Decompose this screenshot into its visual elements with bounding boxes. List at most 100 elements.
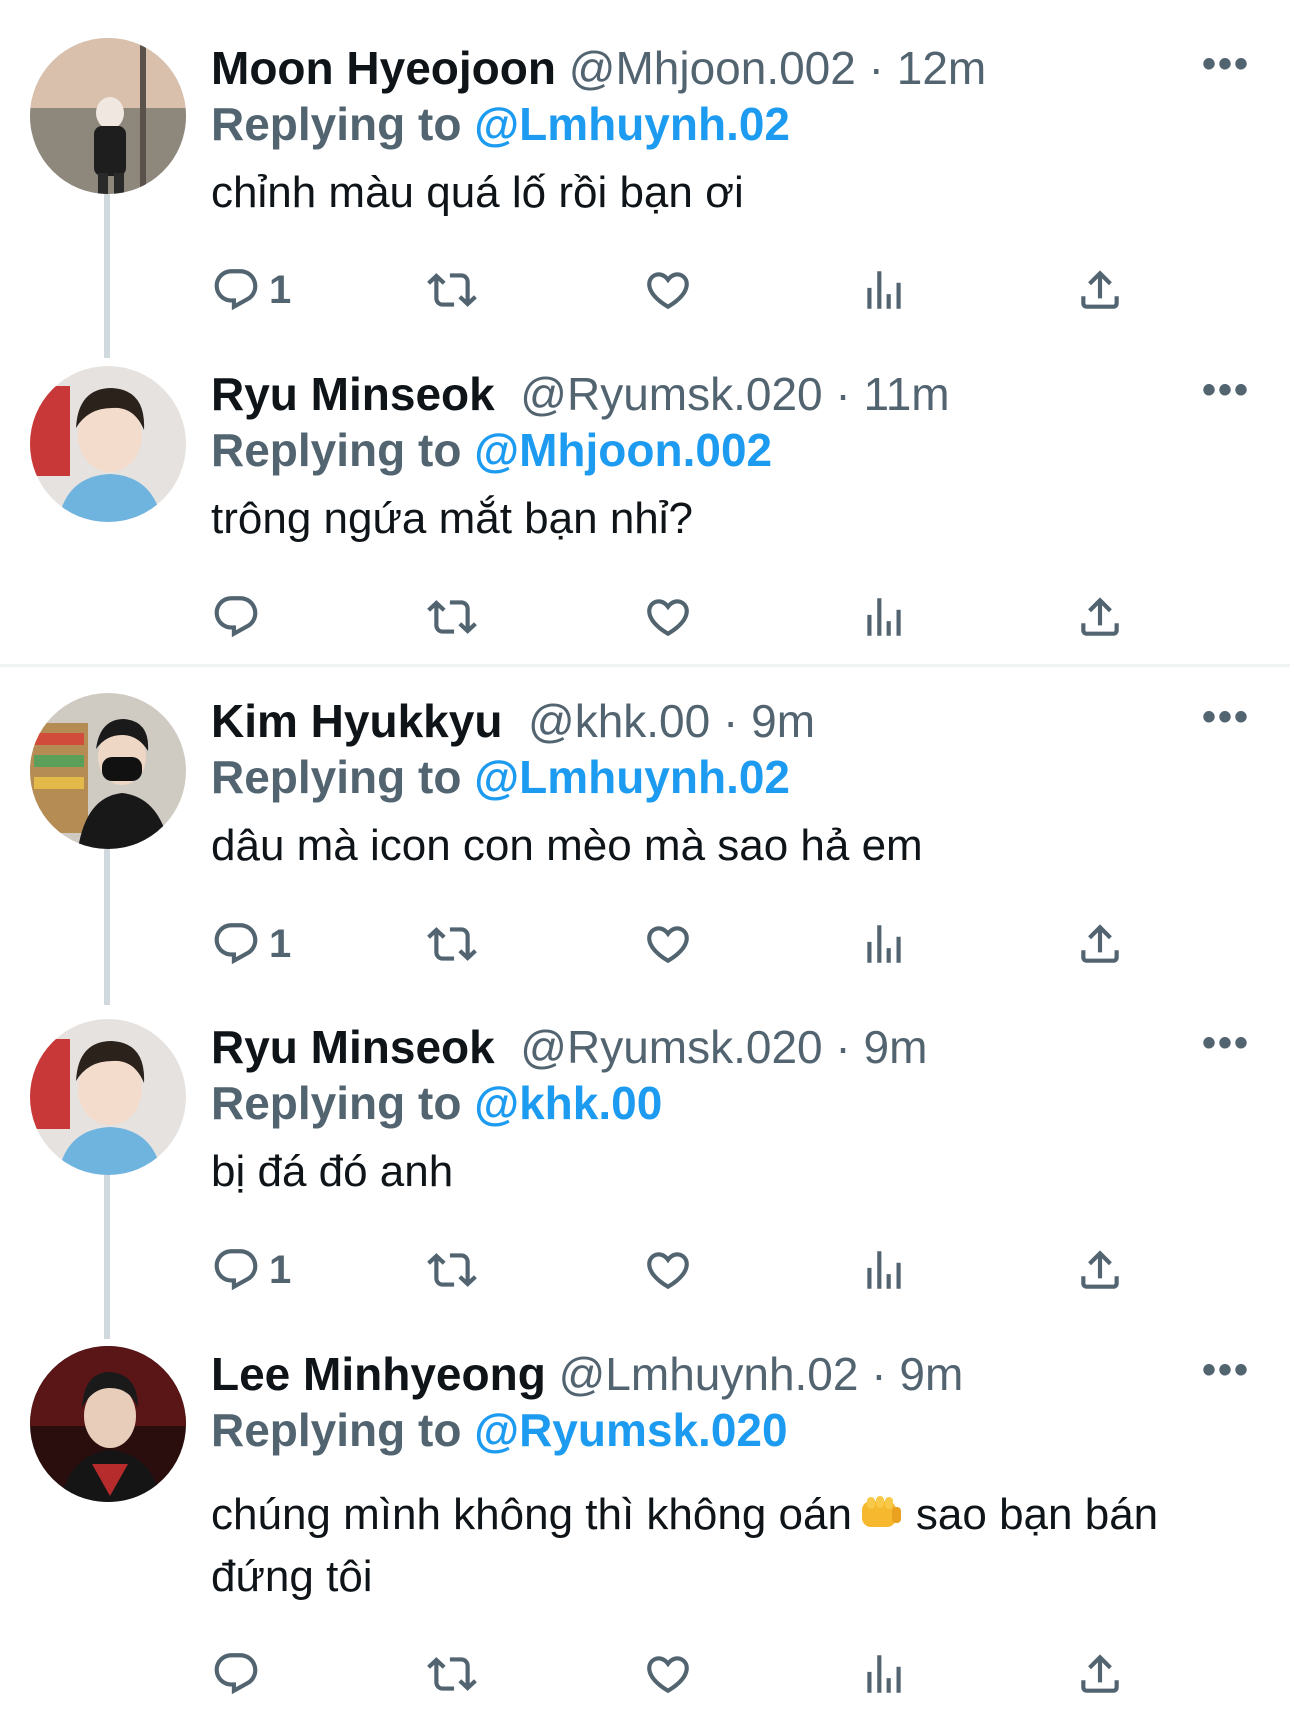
user-handle[interactable]: @Mhjoon.002 [569, 42, 856, 94]
tweet-text-part: chúng mình không thì không oán [211, 1490, 852, 1539]
mention-link[interactable]: @Lmhuynh.02 [474, 751, 790, 803]
share-button[interactable] [1075, 1240, 1125, 1300]
views-button[interactable] [859, 587, 909, 647]
share-icon [1075, 265, 1125, 315]
retweet-button[interactable] [427, 1644, 477, 1704]
retweet-button[interactable] [427, 1240, 477, 1300]
replying-label: Replying to [211, 98, 462, 150]
retweet-icon [427, 265, 477, 315]
views-icon [859, 265, 909, 315]
replying-label: Replying to [211, 1077, 462, 1129]
like-button[interactable] [643, 1644, 693, 1704]
retweet-icon [427, 1245, 477, 1295]
avatar[interactable] [30, 38, 186, 194]
avatar[interactable] [30, 1346, 186, 1502]
views-icon [859, 1649, 909, 1699]
reply-count: 1 [269, 1247, 292, 1292]
mention-link[interactable]: @khk.00 [474, 1077, 662, 1129]
reply-icon [211, 1245, 261, 1295]
display-name[interactable]: Moon Hyeojoon [211, 42, 556, 94]
separator-dot: · [822, 368, 864, 420]
user-handle[interactable]: @khk.00 [528, 695, 710, 747]
tweet-text: chỉnh màu quá lố rồi bạn ơi [211, 168, 744, 217]
like-button[interactable] [643, 1240, 693, 1300]
user-handle[interactable]: @Ryumsk.020 [520, 1021, 822, 1073]
reply-button[interactable] [211, 587, 269, 647]
retweet-button[interactable] [427, 260, 477, 320]
mention-link[interactable]: @Mhjoon.002 [474, 424, 772, 476]
heart-icon [643, 1245, 693, 1295]
like-button[interactable] [643, 914, 693, 974]
tweet-text: trông ngứa mắt bạn nhỉ? [211, 494, 694, 543]
share-button[interactable] [1075, 914, 1125, 974]
like-button[interactable] [643, 587, 693, 647]
more-icon[interactable]: ••• [1202, 370, 1250, 410]
reply-icon [211, 1649, 261, 1699]
retweet-icon [427, 592, 477, 642]
separator-dot: · [822, 1021, 864, 1073]
timestamp[interactable]: 9m [751, 695, 815, 747]
separator-dot: · [858, 1348, 900, 1400]
reply-icon [211, 592, 261, 642]
share-icon [1075, 592, 1125, 642]
more-icon[interactable]: ••• [1202, 697, 1250, 737]
replying-label: Replying to [211, 424, 462, 476]
display-name[interactable]: Lee Minhyeong [211, 1348, 546, 1400]
views-button[interactable] [859, 1240, 909, 1300]
heart-icon [643, 1649, 693, 1699]
retweet-button[interactable] [427, 914, 477, 974]
display-name[interactable]: Ryu Minseok [211, 1021, 495, 1073]
reply-count: 1 [269, 267, 292, 312]
reply-icon [211, 265, 261, 315]
reply-button[interactable] [211, 1644, 269, 1704]
thread-line [104, 1174, 110, 1339]
timestamp[interactable]: 11m [864, 368, 950, 420]
timestamp[interactable]: 9m [899, 1348, 963, 1400]
views-button[interactable] [859, 260, 909, 320]
display-name[interactable]: Ryu Minseok [211, 368, 495, 420]
views-icon [859, 1245, 909, 1295]
share-icon [1075, 1649, 1125, 1699]
reply-button[interactable]: 1 [211, 1240, 291, 1300]
more-icon[interactable]: ••• [1202, 1023, 1250, 1063]
views-button[interactable] [859, 1644, 909, 1704]
replying-label: Replying to [211, 751, 462, 803]
reply-button[interactable]: 1 [211, 914, 291, 974]
timestamp[interactable]: 12m [897, 42, 986, 94]
mention-link[interactable]: @Lmhuynh.02 [474, 98, 790, 150]
user-handle[interactable]: @Lmhuynh.02 [559, 1348, 859, 1400]
avatar[interactable] [30, 366, 186, 522]
retweet-button[interactable] [427, 587, 477, 647]
share-button[interactable] [1075, 587, 1125, 647]
share-icon [1075, 1245, 1125, 1295]
user-handle[interactable]: @Ryumsk.020 [520, 368, 822, 420]
avatar[interactable] [30, 693, 186, 849]
views-icon [859, 919, 909, 969]
mention-link[interactable]: @Ryumsk.020 [474, 1404, 787, 1456]
share-icon [1075, 919, 1125, 969]
timestamp[interactable]: 9m [864, 1021, 928, 1073]
heart-icon [643, 592, 693, 642]
tweet-text: bị đá đó anh [211, 1147, 454, 1196]
section-divider [0, 664, 1290, 667]
retweet-icon [427, 1649, 477, 1699]
more-icon[interactable]: ••• [1202, 44, 1250, 84]
reply-icon [211, 919, 261, 969]
tweet-text: dâu mà icon con mèo mà sao hả em [211, 821, 923, 870]
retweet-icon [427, 919, 477, 969]
reply-count: 1 [269, 921, 292, 966]
fist-emoji-icon [861, 1496, 901, 1527]
heart-icon [643, 919, 693, 969]
avatar[interactable] [30, 1019, 186, 1175]
share-button[interactable] [1075, 260, 1125, 320]
thread-line [104, 180, 110, 358]
share-button[interactable] [1075, 1644, 1125, 1704]
display-name[interactable]: Kim Hyukkyu [211, 695, 502, 747]
reply-button[interactable]: 1 [211, 260, 291, 320]
separator-dot: · [855, 42, 897, 94]
thread-line [104, 835, 110, 1005]
like-button[interactable] [643, 260, 693, 320]
more-icon[interactable]: ••• [1202, 1350, 1250, 1390]
views-button[interactable] [859, 914, 909, 974]
separator-dot: · [710, 695, 752, 747]
